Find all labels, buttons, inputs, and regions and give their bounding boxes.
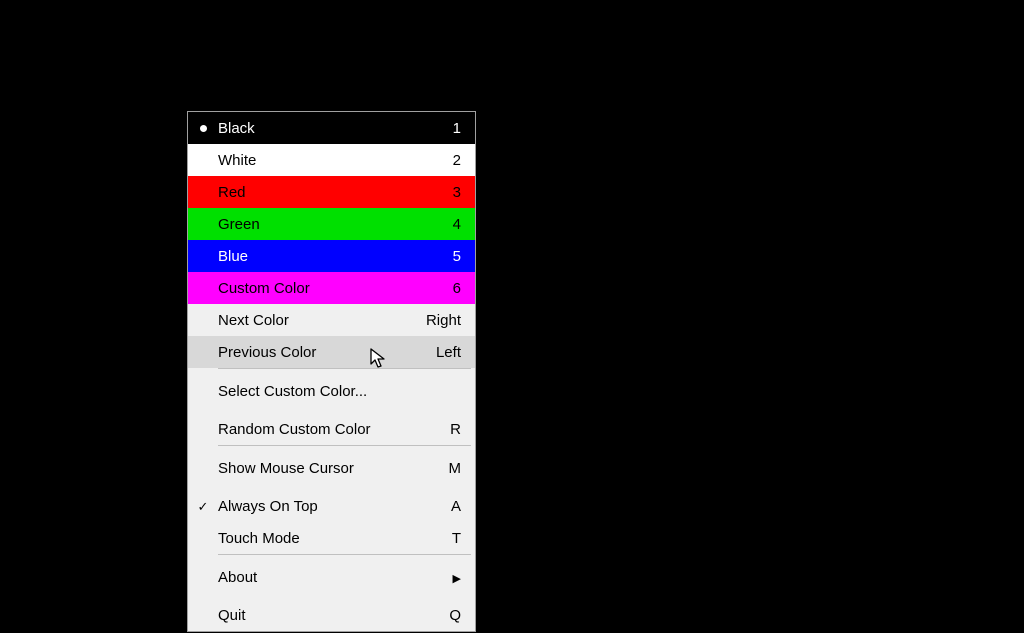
menu-item-next-color[interactable]: Next Color Right (188, 304, 475, 336)
menu-item-label: White (218, 152, 453, 169)
menu-item-label: Show Mouse Cursor (218, 460, 449, 477)
menu-item-accel: A (451, 498, 475, 515)
menu-item-accel: Q (449, 607, 475, 624)
menu-item-select-custom-color[interactable]: Select Custom Color... (188, 369, 475, 413)
menu-item-label: Red (218, 184, 453, 201)
menu-item-show-mouse-cursor[interactable]: Show Mouse Cursor M (188, 446, 475, 490)
menu-item-label: Random Custom Color (218, 421, 450, 438)
menu-item-label: Select Custom Color... (218, 383, 461, 400)
menu-item-accel: Right (426, 312, 475, 329)
menu-item-accel: 1 (453, 120, 475, 137)
menu-item-always-on-top[interactable]: ✓ Always On Top A (188, 490, 475, 522)
menu-item-black[interactable]: Black 1 (188, 112, 475, 144)
menu-item-accel: T (452, 530, 475, 547)
menu-item-white[interactable]: White 2 (188, 144, 475, 176)
menu-item-label: Previous Color (218, 344, 436, 361)
menu-item-accel: 6 (453, 280, 475, 297)
menu-item-label: Black (218, 120, 453, 137)
menu-item-accel: Left (436, 344, 475, 361)
context-menu[interactable]: Black 1 White 2 Red 3 Green 4 Blue 5 Cus… (187, 111, 476, 632)
menu-item-label: Green (218, 216, 453, 233)
submenu-arrow-icon: ▶ (453, 569, 475, 586)
menu-item-label: Blue (218, 248, 453, 265)
menu-item-accel: 5 (453, 248, 475, 265)
menu-item-green[interactable]: Green 4 (188, 208, 475, 240)
menu-item-label: About (218, 569, 453, 586)
menu-item-accel: M (449, 460, 476, 477)
menu-item-previous-color[interactable]: Previous Color Left (188, 336, 475, 368)
menu-item-accel: R (450, 421, 475, 438)
menu-item-red[interactable]: Red 3 (188, 176, 475, 208)
menu-item-label: Next Color (218, 312, 426, 329)
menu-item-label: Always On Top (218, 498, 451, 515)
menu-item-touch-mode[interactable]: Touch Mode T (188, 522, 475, 554)
menu-item-random-custom-color[interactable]: Random Custom Color R (188, 413, 475, 445)
menu-item-label: Quit (218, 607, 449, 624)
check-mark-icon: ✓ (188, 500, 218, 513)
menu-item-accel: 2 (453, 152, 475, 169)
menu-item-accel: 3 (453, 184, 475, 201)
menu-item-label: Custom Color (218, 280, 453, 297)
menu-item-quit[interactable]: Quit Q (188, 599, 475, 631)
menu-item-accel: 4 (453, 216, 475, 233)
menu-item-custom-color[interactable]: Custom Color 6 (188, 272, 475, 304)
menu-item-blue[interactable]: Blue 5 (188, 240, 475, 272)
menu-item-about[interactable]: About ▶ (188, 555, 475, 599)
radio-mark-icon (188, 125, 218, 132)
menu-item-label: Touch Mode (218, 530, 452, 547)
